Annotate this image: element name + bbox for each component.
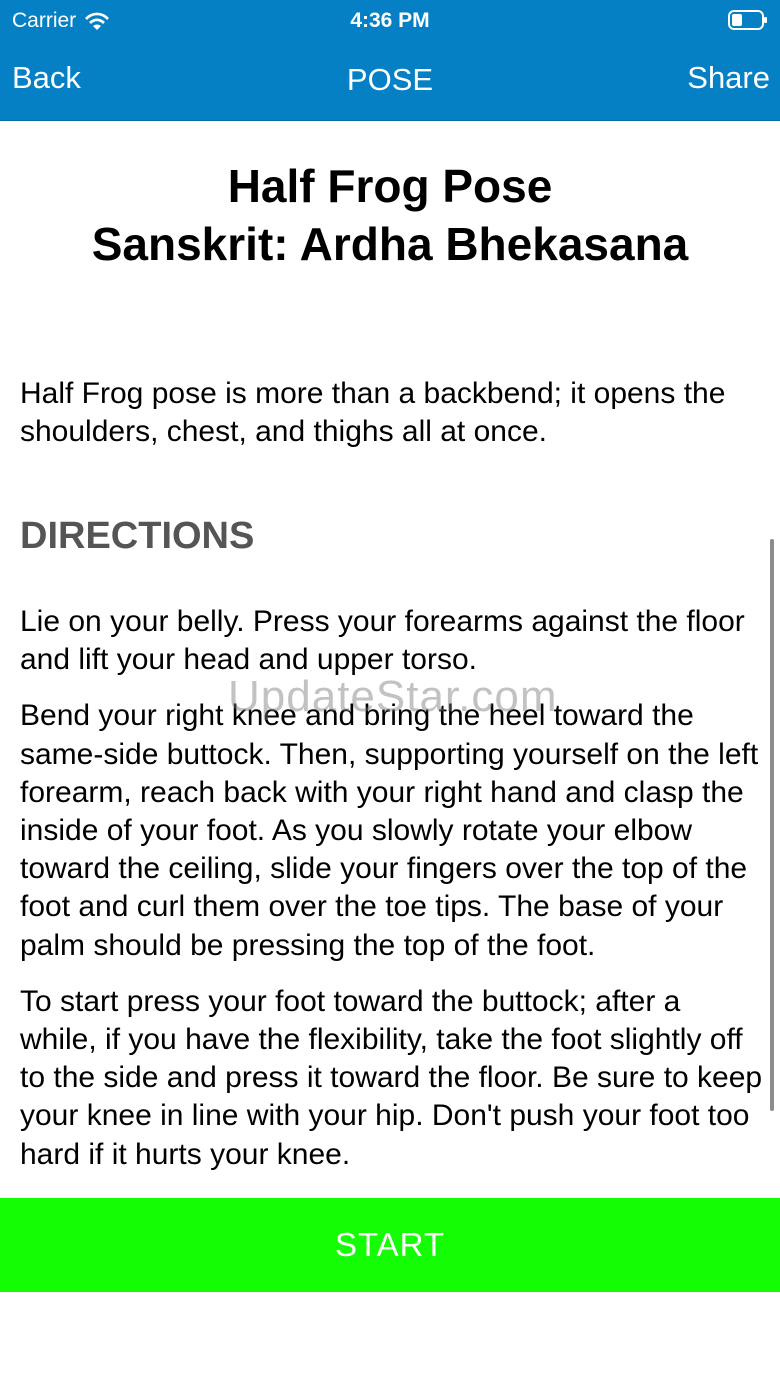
battery-icon	[728, 10, 767, 30]
start-button[interactable]: START	[0, 1198, 780, 1292]
scrollbar[interactable]	[770, 539, 774, 1111]
pose-name: Half Frog Pose	[227, 160, 553, 212]
pose-intro: Half Frog pose is more than a backbend; …	[20, 377, 726, 448]
direction-paragraph: Bend your right knee and bring the heel …	[20, 699, 759, 962]
navigation-bar: Carrier 4:36 PM Back POSE Share	[0, 0, 780, 121]
nav-title: POSE	[346, 62, 434, 97]
pose-title: Half Frog Pose Sanskrit: Ardha Bhekasana	[0, 157, 780, 273]
pose-sanskrit-name: Sanskrit: Ardha Bhekasana	[91, 218, 689, 270]
share-button[interactable]: Share	[687, 56, 770, 100]
direction-paragraph: To start press your foot toward the butt…	[20, 984, 763, 1171]
directions-list: Lie on your belly. Press your forearms a…	[20, 603, 765, 1192]
direction-paragraph: Lie on your belly. Press your forearms a…	[20, 605, 745, 677]
status-time: 4:36 PM	[350, 9, 430, 32]
directions-heading: DIRECTIONS	[20, 515, 255, 557]
bottom-area	[0, 1292, 780, 1387]
pose-content-scroll[interactable]: Half Frog Pose Sanskrit: Ardha Bhekasana…	[0, 121, 780, 1198]
